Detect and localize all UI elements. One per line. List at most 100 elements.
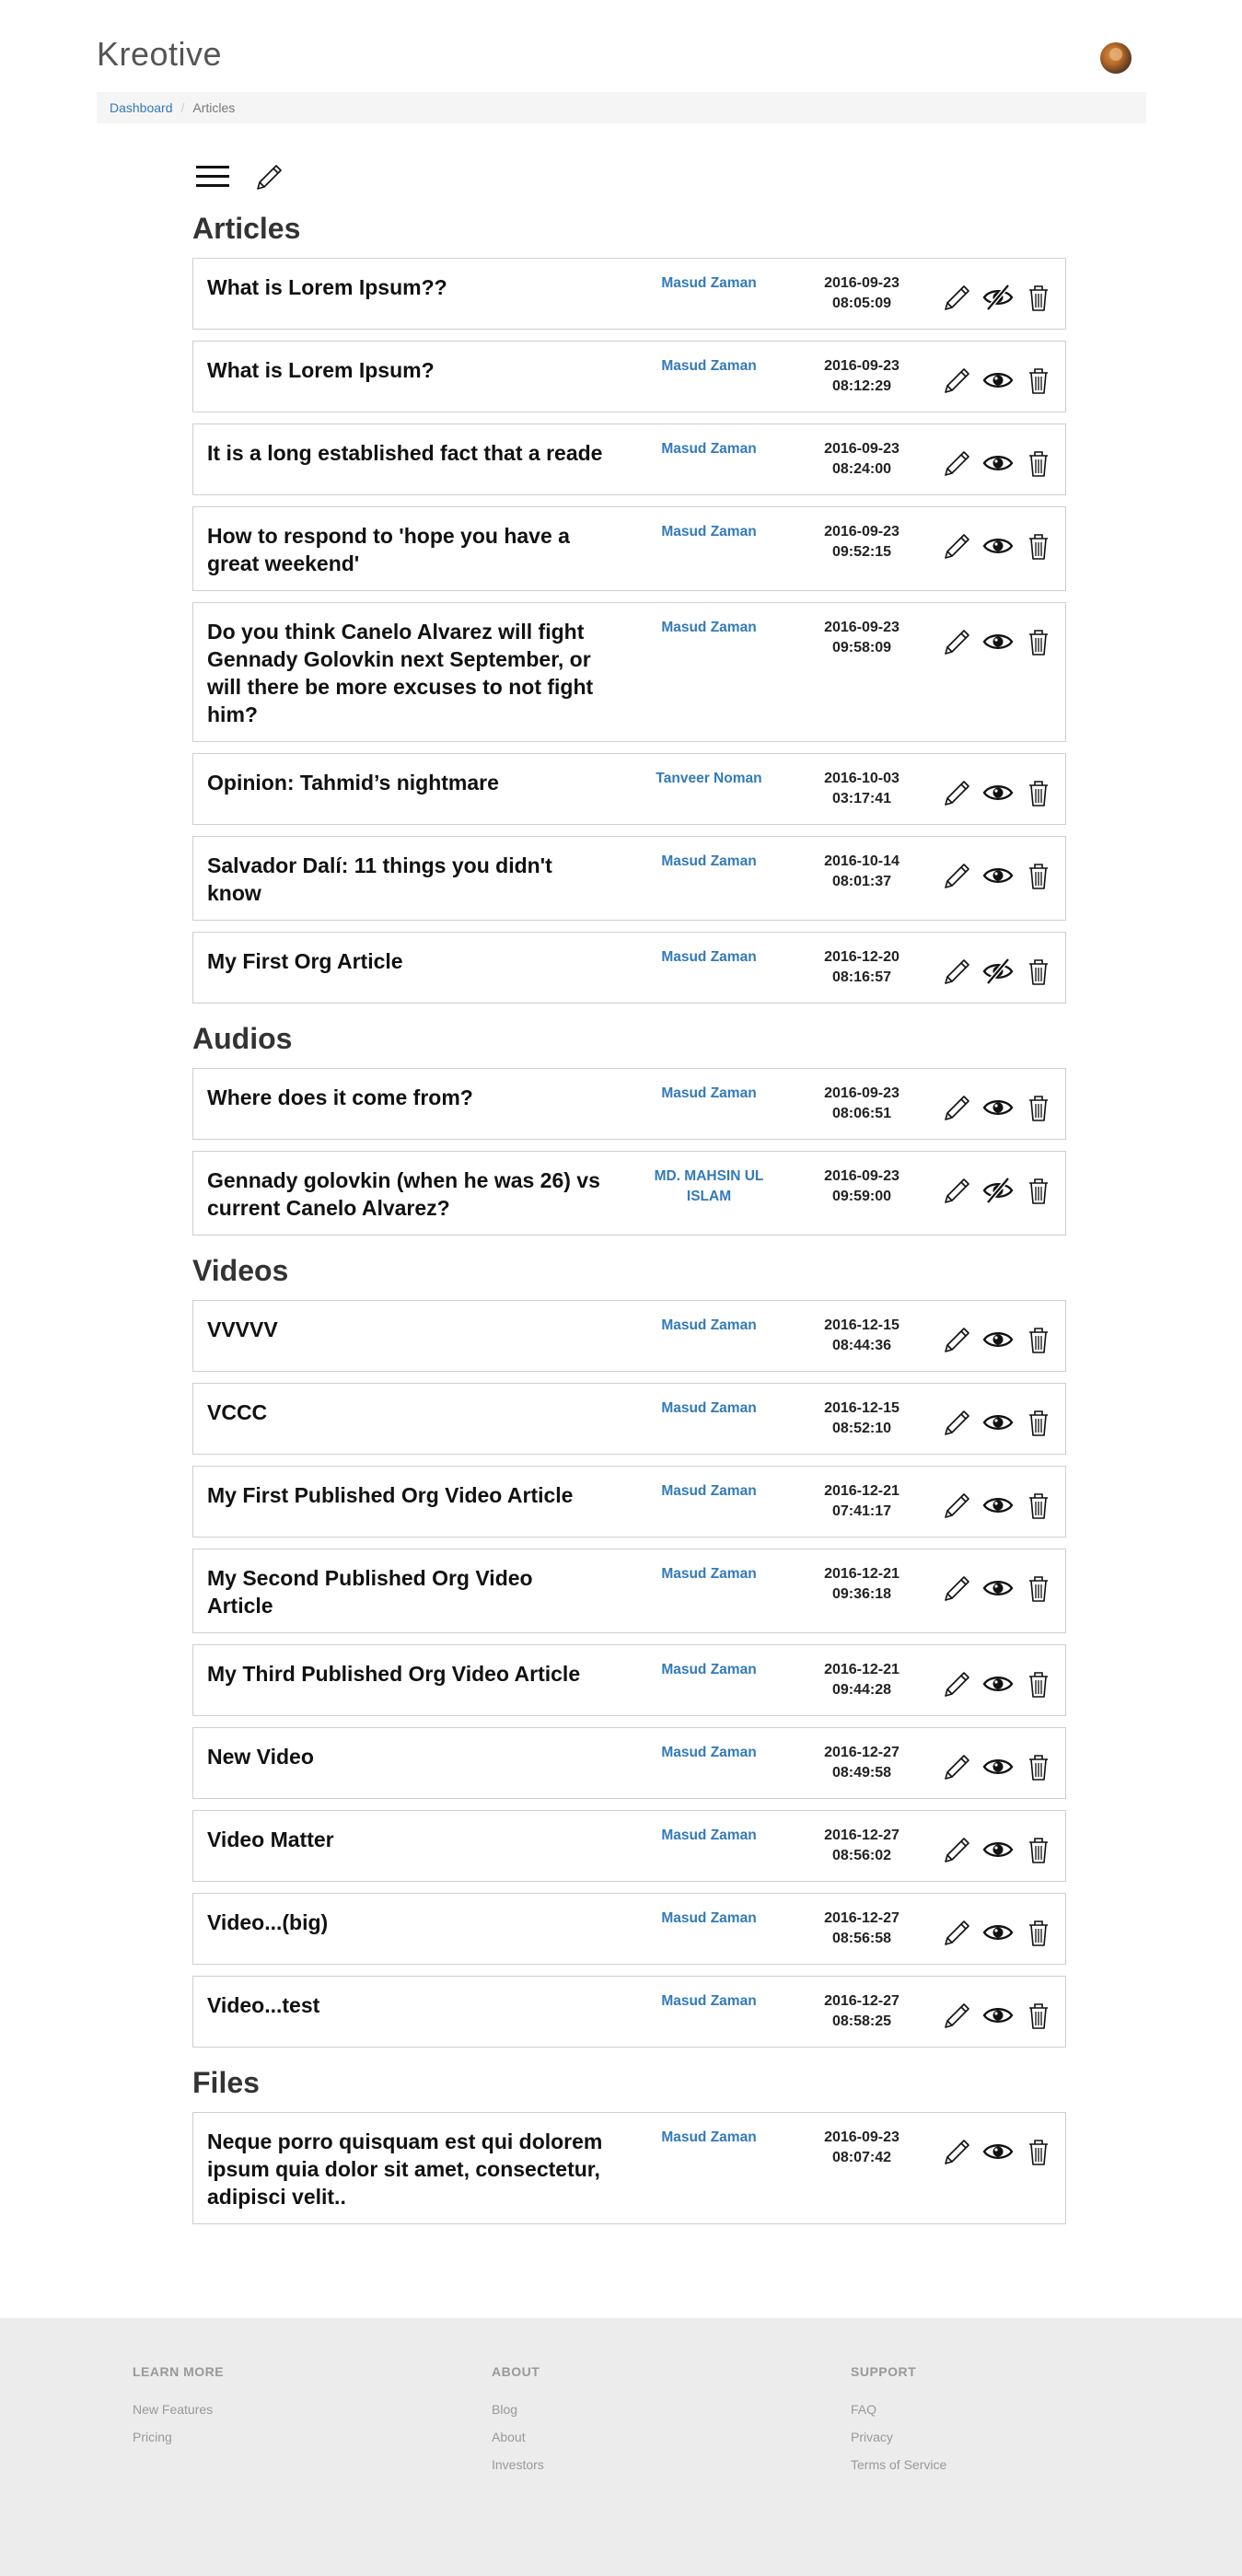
delete-button[interactable] xyxy=(1020,1487,1057,1524)
edit-button[interactable] xyxy=(939,445,976,482)
edit-button[interactable] xyxy=(939,2133,976,2170)
footer-link[interactable]: Blog xyxy=(492,2396,544,2423)
hide-button[interactable] xyxy=(980,857,1016,894)
hide-button[interactable] xyxy=(980,445,1016,482)
item-title[interactable]: Video...test xyxy=(207,1991,603,2019)
item-author-link[interactable]: Masud Zaman xyxy=(641,1316,777,1336)
menu-button[interactable] xyxy=(194,158,231,195)
item-title[interactable]: How to respond to 'hope you have a great… xyxy=(207,522,603,577)
edit-button[interactable] xyxy=(939,857,976,894)
delete-button[interactable] xyxy=(1020,1914,1057,1951)
item-author-link[interactable]: Masud Zaman xyxy=(641,522,777,542)
item-title[interactable]: My First Org Article xyxy=(207,947,603,975)
item-title[interactable]: It is a long established fact that a rea… xyxy=(207,439,603,467)
item-author-link[interactable]: Masud Zaman xyxy=(641,273,777,294)
hide-button[interactable] xyxy=(980,2133,1016,2170)
hide-button[interactable] xyxy=(980,623,1016,660)
item-author-link[interactable]: Masud Zaman xyxy=(641,1826,777,1846)
show-button[interactable] xyxy=(980,953,1016,990)
delete-button[interactable] xyxy=(1020,1404,1057,1441)
item-title[interactable]: New Video xyxy=(207,1743,603,1770)
brand-logo[interactable]: Kreotive xyxy=(97,35,222,74)
hide-button[interactable] xyxy=(980,1748,1016,1785)
footer-link[interactable]: Privacy xyxy=(851,2423,946,2451)
item-author-link[interactable]: Masud Zaman xyxy=(641,1398,777,1419)
edit-button[interactable] xyxy=(939,1321,976,1358)
item-author-link[interactable]: Masud Zaman xyxy=(641,1909,777,1929)
item-author-link[interactable]: Masud Zaman xyxy=(641,439,777,459)
item-title[interactable]: VVVVV xyxy=(207,1316,603,1343)
edit-button[interactable] xyxy=(939,623,976,660)
show-button[interactable] xyxy=(980,279,1016,316)
delete-button[interactable] xyxy=(1020,1321,1057,1358)
delete-button[interactable] xyxy=(1020,1665,1057,1702)
item-title[interactable]: What is Lorem Ipsum? xyxy=(207,356,603,384)
hide-button[interactable] xyxy=(980,362,1016,399)
edit-button[interactable] xyxy=(939,953,976,990)
delete-button[interactable] xyxy=(1020,279,1057,316)
delete-button[interactable] xyxy=(1020,953,1057,990)
hide-button[interactable] xyxy=(980,774,1016,811)
item-title[interactable]: VCCC xyxy=(207,1398,603,1426)
item-title[interactable]: What is Lorem Ipsum?? xyxy=(207,273,603,301)
delete-button[interactable] xyxy=(1020,362,1057,399)
delete-button[interactable] xyxy=(1020,857,1057,894)
new-article-button[interactable] xyxy=(251,158,288,195)
hide-button[interactable] xyxy=(980,1321,1016,1358)
hide-button[interactable] xyxy=(980,1570,1016,1607)
edit-button[interactable] xyxy=(939,279,976,316)
hide-button[interactable] xyxy=(980,1404,1016,1441)
edit-button[interactable] xyxy=(939,1404,976,1441)
edit-button[interactable] xyxy=(939,1914,976,1951)
edit-button[interactable] xyxy=(939,362,976,399)
hide-button[interactable] xyxy=(980,1089,1016,1126)
item-author-link[interactable]: Masud Zaman xyxy=(641,356,777,377)
item-author-link[interactable]: Masud Zaman xyxy=(641,1660,777,1680)
show-button[interactable] xyxy=(980,1172,1016,1209)
edit-button[interactable] xyxy=(939,1748,976,1785)
delete-button[interactable] xyxy=(1020,1748,1057,1785)
item-author-link[interactable]: Masud Zaman xyxy=(641,1481,777,1502)
delete-button[interactable] xyxy=(1020,528,1057,564)
item-author-link[interactable]: Masud Zaman xyxy=(641,852,777,872)
delete-button[interactable] xyxy=(1020,1997,1057,2034)
hide-button[interactable] xyxy=(980,528,1016,564)
delete-button[interactable] xyxy=(1020,1089,1057,1126)
edit-button[interactable] xyxy=(939,1997,976,2034)
edit-button[interactable] xyxy=(939,528,976,564)
item-author-link[interactable]: Masud Zaman xyxy=(641,947,777,968)
item-author-link[interactable]: Masud Zaman xyxy=(641,1743,777,1763)
item-title[interactable]: Neque porro quisquam est qui dolorem ips… xyxy=(207,2128,603,2210)
item-title[interactable]: My Second Published Org Video Article xyxy=(207,1564,603,1619)
item-title[interactable]: My Third Published Org Video Article xyxy=(207,1660,603,1688)
footer-link[interactable]: New Features xyxy=(133,2396,224,2423)
hide-button[interactable] xyxy=(980,1487,1016,1524)
delete-button[interactable] xyxy=(1020,774,1057,811)
delete-button[interactable] xyxy=(1020,1172,1057,1209)
delete-button[interactable] xyxy=(1020,445,1057,482)
edit-button[interactable] xyxy=(939,1831,976,1868)
hide-button[interactable] xyxy=(980,1665,1016,1702)
edit-button[interactable] xyxy=(939,1665,976,1702)
footer-link[interactable]: FAQ xyxy=(851,2396,946,2423)
item-title[interactable]: Salvador Dalí: 11 things you didn't know xyxy=(207,852,603,907)
hide-button[interactable] xyxy=(980,1914,1016,1951)
edit-button[interactable] xyxy=(939,1089,976,1126)
delete-button[interactable] xyxy=(1020,2133,1057,2170)
item-title[interactable]: Opinion: Tahmid’s nightmare xyxy=(207,769,603,796)
edit-button[interactable] xyxy=(939,1172,976,1209)
item-title[interactable]: Gennady golovkin (when he was 26) vs cur… xyxy=(207,1166,603,1222)
item-author-link[interactable]: Masud Zaman xyxy=(641,1564,777,1584)
item-author-link[interactable]: Masud Zaman xyxy=(641,1991,777,2012)
item-title[interactable]: Video...(big) xyxy=(207,1909,603,1936)
delete-button[interactable] xyxy=(1020,623,1057,660)
user-avatar[interactable] xyxy=(1100,42,1132,74)
delete-button[interactable] xyxy=(1020,1570,1057,1607)
breadcrumb-dashboard-link[interactable]: Dashboard xyxy=(110,100,173,115)
delete-button[interactable] xyxy=(1020,1831,1057,1868)
item-title[interactable]: Video Matter xyxy=(207,1826,603,1853)
edit-button[interactable] xyxy=(939,774,976,811)
item-author-link[interactable]: Masud Zaman xyxy=(641,1084,777,1104)
item-author-link[interactable]: Masud Zaman xyxy=(641,618,777,638)
footer-link[interactable]: Terms of Service xyxy=(851,2451,946,2478)
